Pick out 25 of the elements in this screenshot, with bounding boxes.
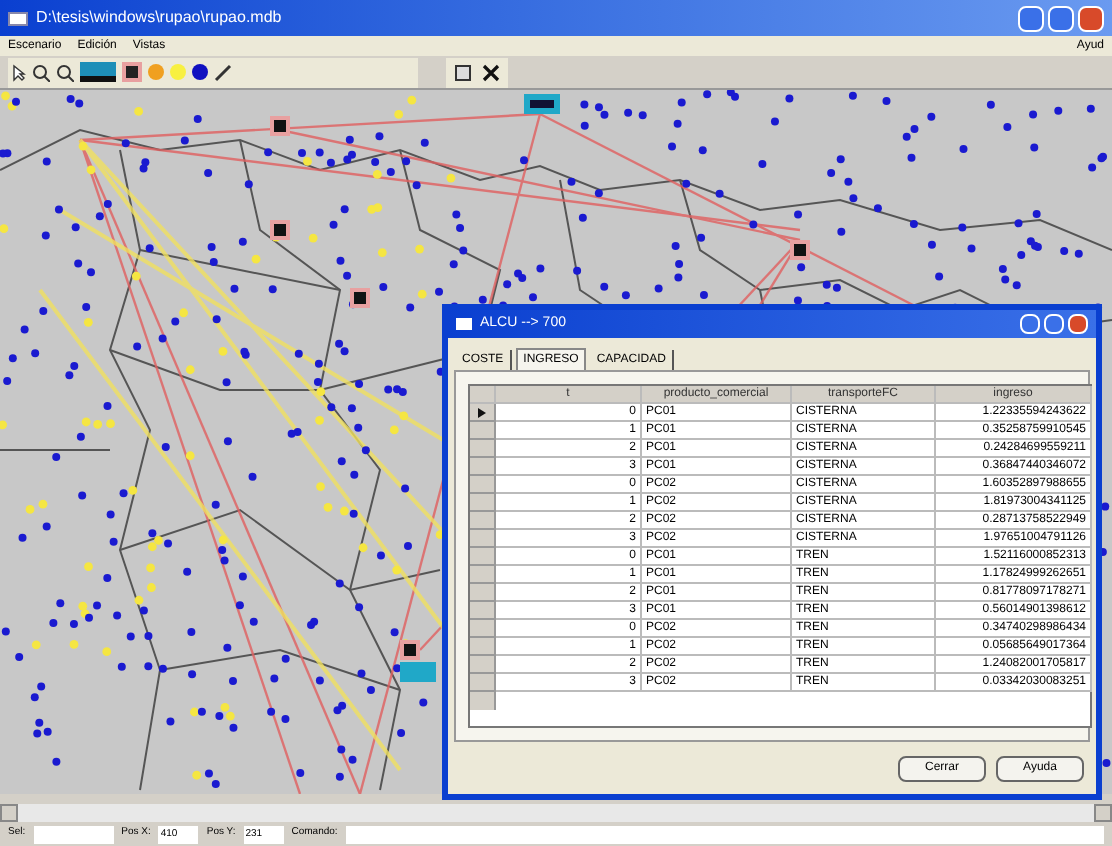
window-icon	[8, 11, 28, 25]
pointer-icon[interactable]	[12, 63, 26, 81]
current-row-icon	[478, 407, 486, 417]
ship-icon[interactable]	[80, 62, 116, 82]
maximize-button[interactable]	[1044, 314, 1064, 334]
command-field[interactable]	[345, 825, 1104, 843]
minimize-button[interactable]	[1018, 5, 1044, 31]
row-header[interactable]	[470, 404, 496, 422]
report-icon[interactable]	[454, 63, 472, 81]
close-button[interactable]	[1068, 314, 1088, 334]
close-button[interactable]	[1078, 5, 1104, 31]
line-icon[interactable]	[214, 63, 232, 81]
selection-field[interactable]	[33, 825, 114, 843]
row-header	[470, 692, 496, 710]
horizontal-scrollbar[interactable]	[0, 804, 1112, 822]
scroll-left-icon[interactable]	[0, 804, 18, 822]
close-icon[interactable]	[482, 63, 500, 81]
maximize-button[interactable]	[1048, 5, 1074, 31]
factory-icon[interactable]	[122, 62, 142, 82]
scroll-right-icon[interactable]	[1094, 804, 1112, 822]
zoom-in-icon[interactable]	[32, 63, 50, 81]
window-title: D:\tesis\windows\rupao\rupao.mdb	[36, 6, 282, 30]
zoom-out-icon[interactable]	[56, 63, 74, 81]
minimize-button[interactable]	[1020, 314, 1040, 334]
window-icon	[456, 318, 472, 330]
